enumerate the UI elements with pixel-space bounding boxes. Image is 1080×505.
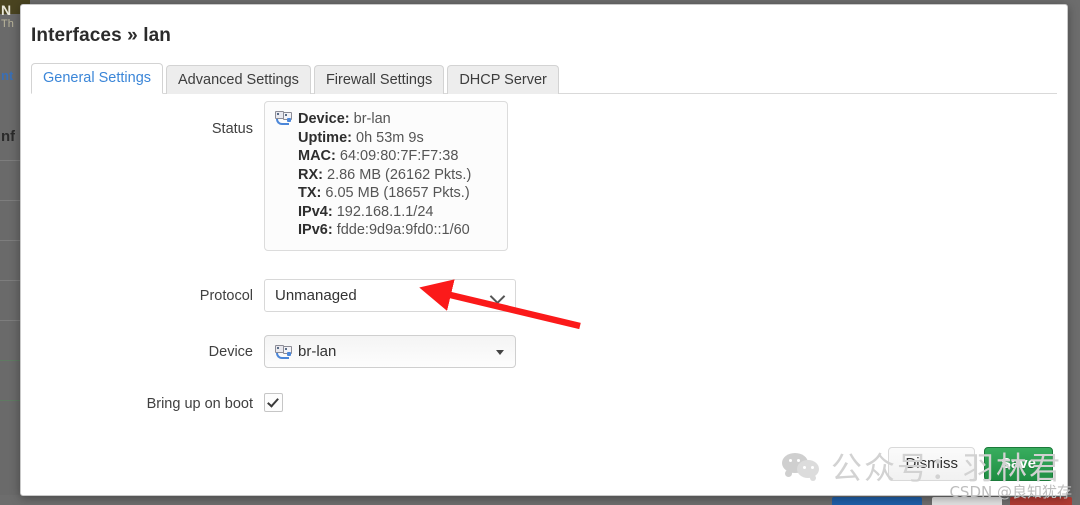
status-key-ipv4: IPv4: — [298, 203, 333, 220]
modal-footer: Dismiss Save — [888, 447, 1053, 481]
status-key-uptime: Uptime: — [298, 129, 352, 146]
backdrop-divider — [0, 320, 22, 321]
backdrop-text-fragment-1: N — [1, 2, 12, 18]
status-box: Device: br-lan Uptime: 0h 53m 9s MAC: 64… — [264, 101, 508, 251]
status-line-device: Device: br-lan — [275, 110, 497, 129]
status-value-device: br-lan — [353, 111, 391, 127]
device-field: br-lan — [264, 335, 516, 368]
backdrop-left-column — [0, 14, 22, 495]
interface-config-modal: Interfaces » lan General Settings Advanc… — [20, 4, 1068, 496]
caret-down-icon — [496, 350, 504, 355]
tab-general-settings[interactable]: General Settings — [31, 63, 164, 94]
status-field: Device: br-lan Uptime: 0h 53m 9s MAC: 64… — [264, 101, 508, 251]
status-key-mac: MAC: — [298, 148, 336, 164]
tab-bar: General Settings Advanced Settings Firew… — [31, 61, 1057, 94]
status-label: Status — [211, 121, 253, 137]
status-line-tx: TX: 6.05 MB (18657 Pkts.) — [275, 184, 497, 203]
chevron-down-icon — [489, 288, 506, 305]
protocol-field: Unmanaged — [264, 279, 516, 312]
status-value-ipv4: 192.168.1.1/24 — [336, 203, 434, 220]
status-line-uptime: Uptime: 0h 53m 9s — [275, 129, 497, 148]
status-value-tx: 6.05 MB (18657 Pkts.) — [325, 185, 470, 201]
backdrop-divider — [0, 360, 22, 361]
device-label: Device — [208, 344, 253, 360]
status-key-tx: TX: — [298, 185, 322, 201]
protocol-label: Protocol — [199, 288, 253, 304]
backdrop-text-fragment-4: nf — [1, 128, 16, 145]
page-title: Interfaces » lan — [31, 25, 171, 46]
status-line-rx: RX: 2.86 MB (26162 Pkts.) — [275, 166, 497, 185]
device-selected-value: br-lan — [298, 343, 337, 360]
backdrop-chip-blue — [832, 497, 922, 505]
backdrop-divider — [0, 200, 22, 201]
tab-dhcp-server[interactable]: DHCP Server — [447, 65, 559, 94]
status-value-ipv6: fdde:9d9a:9fd0::1/60 — [336, 222, 470, 238]
status-line-mac: MAC: 64:09:80:7F:F7:38 — [275, 147, 497, 166]
bring-up-on-boot-label: Bring up on boot — [146, 396, 253, 412]
backdrop-divider — [0, 400, 22, 401]
protocol-selected-value: Unmanaged — [275, 287, 357, 304]
status-key-ipv6: IPv6: — [298, 222, 333, 238]
device-select[interactable]: br-lan — [264, 335, 516, 368]
backdrop-text-fragment-3: nt — [1, 68, 14, 83]
status-key-rx: RX: — [298, 166, 323, 183]
network-interface-icon — [275, 111, 293, 126]
screenshot-root: N Th nt nf Interfaces » lan General Sett… — [0, 0, 1080, 505]
backdrop-text-fragment-2: Th — [1, 18, 14, 30]
status-value-uptime: 0h 53m 9s — [356, 129, 424, 146]
backdrop-chip-red — [1010, 497, 1072, 505]
tab-firewall-settings[interactable]: Firewall Settings — [313, 65, 445, 94]
save-button[interactable]: Save — [983, 447, 1053, 481]
status-value-mac: 64:09:80:7F:F7:38 — [339, 148, 459, 164]
backdrop-bottom-strip — [0, 496, 1080, 505]
status-value-rx: 2.86 MB (26162 Pkts.) — [327, 166, 472, 183]
backdrop-divider — [0, 160, 22, 161]
backdrop-divider — [0, 280, 22, 281]
bring-up-on-boot-checkbox[interactable] — [264, 393, 283, 412]
status-line-ipv4: IPv4: 192.168.1.1/24 — [275, 203, 497, 222]
bring-up-on-boot-field — [264, 393, 283, 412]
tab-advanced-settings[interactable]: Advanced Settings — [166, 65, 311, 94]
protocol-select[interactable]: Unmanaged — [264, 279, 516, 312]
backdrop-chip-grey — [932, 497, 1002, 505]
backdrop-divider — [0, 240, 22, 241]
network-interface-icon — [275, 345, 293, 360]
dismiss-button[interactable]: Dismiss — [888, 447, 975, 481]
status-line-ipv6: IPv6: fdde:9d9a:9fd0::1/60 — [275, 221, 497, 240]
status-key-device: Device: — [298, 111, 350, 127]
